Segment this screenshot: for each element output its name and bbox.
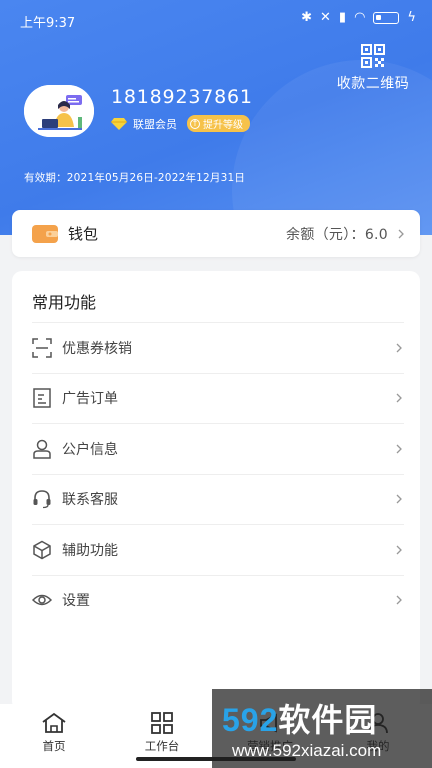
chevron-right-icon — [398, 229, 404, 238]
chevron-right-icon — [396, 393, 402, 403]
qr-code-icon — [361, 44, 385, 68]
cube-icon — [32, 540, 52, 560]
megaphone-icon — [260, 713, 277, 733]
qr-code-button[interactable]: 收款二维码 — [332, 44, 414, 93]
function-item-ad-orders[interactable]: 广告订单 — [32, 372, 404, 424]
function-item-coupon-redeem[interactable]: 优惠券核销 — [32, 322, 404, 373]
home-icon — [42, 712, 66, 733]
function-label: 优惠券核销 — [62, 340, 132, 357]
function-label: 公户信息 — [62, 441, 118, 458]
function-item-account-info[interactable]: 公户信息 — [32, 423, 404, 474]
chevron-right-icon — [396, 595, 402, 605]
document-icon — [32, 388, 52, 408]
user-icon — [32, 439, 52, 459]
function-item-settings[interactable]: 设置 — [32, 574, 404, 626]
status-bar: 上午9:37 ✱ ✕ ▮ ◠ ϟ — [0, 0, 432, 38]
membership-row: 联盟会员 ↑ 提升等级 — [111, 115, 250, 132]
mute-icon: ✕ — [320, 10, 331, 25]
status-icons: ✱ ✕ ▮ ◠ ϟ — [301, 10, 416, 25]
charging-icon: ϟ — [407, 10, 416, 25]
tab-label: 首页 — [42, 739, 66, 753]
upgrade-level-button[interactable]: ↑ 提升等级 — [187, 115, 250, 132]
wallet-icon — [32, 224, 58, 243]
grid-icon — [151, 712, 173, 734]
chevron-right-icon — [396, 545, 402, 555]
wifi-icon: ◠ — [354, 10, 366, 25]
diamond-icon — [111, 117, 127, 130]
qr-code-label: 收款二维码 — [336, 76, 410, 92]
chevron-right-icon — [396, 444, 402, 454]
function-item-accessibility[interactable]: 辅助功能 — [32, 524, 404, 575]
validity-period: 有效期：2021年05月26日-2022年12月31日 — [24, 172, 246, 184]
battery-icon — [373, 11, 400, 24]
function-item-customer-service[interactable]: 联系客服 — [32, 473, 404, 525]
arrow-up-icon: ↑ — [190, 118, 200, 129]
wallet-balance: 余额（元）：6.0 — [286, 226, 388, 243]
tab-home[interactable]: 首页 — [0, 704, 108, 768]
chevron-right-icon — [396, 494, 402, 504]
tab-label: 营销推广 — [247, 739, 293, 753]
chevron-right-icon — [396, 343, 402, 353]
upgrade-level-label: 提升等级 — [203, 120, 243, 131]
function-label: 设置 — [62, 593, 90, 610]
signal-icon: ▮ — [338, 10, 347, 25]
home-indicator — [136, 757, 296, 761]
phone-number: 18189237861 — [111, 86, 253, 108]
tab-mine[interactable]: 我的 — [324, 704, 432, 768]
function-label: 广告订单 — [62, 391, 118, 408]
function-list: 优惠券核销 广告订单 公户信息 联系客服 辅助功能 设置 — [32, 322, 404, 625]
section-title: 常用功能 — [32, 293, 97, 312]
scan-icon — [32, 338, 52, 358]
headset-icon — [32, 489, 52, 509]
function-label: 辅助功能 — [62, 542, 118, 559]
wallet-label: 钱包 — [68, 225, 99, 243]
member-level-label: 联盟会员 — [133, 117, 177, 131]
profile-icon — [368, 713, 388, 734]
common-functions-card: 常用功能 优惠券核销 广告订单 公户信息 联系客服 辅助功能 设置 — [12, 271, 420, 711]
avatar-illustration — [24, 85, 94, 137]
eye-icon — [32, 590, 52, 610]
tab-label: 我的 — [366, 739, 390, 753]
bluetooth-icon: ✱ — [301, 10, 313, 25]
profile-header: 上午9:37 ✱ ✕ ▮ ◠ ϟ 收款二维码 18189237861 联盟会员 … — [0, 0, 432, 235]
wallet-row[interactable]: 钱包 余额（元）：6.0 — [12, 210, 420, 257]
avatar[interactable] — [24, 85, 94, 137]
tab-label: 工作台 — [144, 739, 180, 753]
status-time: 上午9:37 — [20, 16, 76, 31]
function-label: 联系客服 — [62, 492, 118, 509]
